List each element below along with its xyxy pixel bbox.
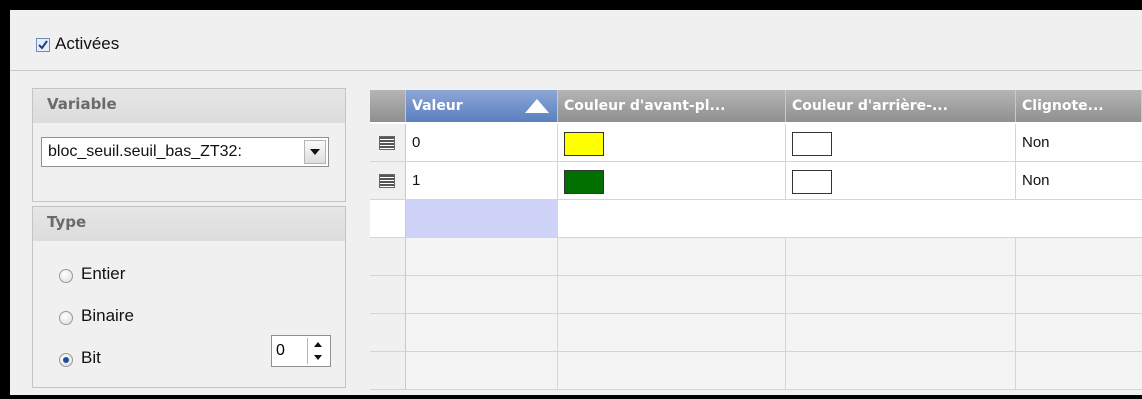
foreground-color-swatch[interactable] (564, 132, 604, 156)
empty-row (370, 352, 1142, 390)
arrow-down-icon (314, 355, 322, 360)
spinbox-buttons (307, 338, 328, 364)
background-color-swatch[interactable] (792, 170, 832, 194)
column-header-valeur[interactable]: Valeur (406, 90, 558, 122)
cell-foreground-color[interactable] (558, 162, 786, 199)
row-handle-icon (379, 174, 395, 188)
checkmark-icon (38, 40, 48, 50)
arrow-up-icon (314, 342, 322, 347)
row-selector (370, 276, 406, 313)
cell-blink[interactable]: Non (1016, 124, 1142, 161)
radio-entier-label: Entier (81, 264, 126, 283)
row-selector[interactable] (370, 200, 406, 237)
row-selector[interactable] (370, 124, 406, 161)
row-selector (370, 314, 406, 351)
table-row[interactable]: 0 Non (370, 124, 1142, 162)
empty-cell (786, 238, 1016, 275)
radio-bit-label: Bit (81, 348, 101, 367)
empty-cell (786, 276, 1016, 313)
type-group-title: Type (47, 213, 87, 231)
empty-cell (406, 352, 558, 389)
column-header-label: Clignote... (1022, 98, 1104, 114)
grid-corner (370, 90, 406, 122)
sort-ascending-icon (525, 99, 549, 113)
foreground-color-swatch[interactable] (564, 170, 604, 194)
spin-down-button[interactable] (308, 351, 328, 364)
empty-cell (558, 238, 786, 275)
empty-cell (1016, 276, 1142, 313)
cell-blink[interactable]: Non (1016, 162, 1142, 199)
background-color-swatch[interactable] (792, 132, 832, 156)
radio-entier[interactable] (59, 269, 73, 283)
spin-up-button[interactable] (308, 338, 328, 351)
row-handle-icon (379, 136, 395, 150)
empty-cell (558, 314, 786, 351)
empty-cell (406, 276, 558, 313)
variable-combobox-value: bloc_seuil.seuil_bas_ZT32: (48, 143, 242, 160)
combobox-dropdown-button[interactable] (304, 140, 326, 164)
empty-row (370, 276, 1142, 314)
variable-group-header: Variable (33, 89, 345, 123)
column-header-foreground[interactable]: Couleur d'avant-pl... (558, 90, 786, 122)
chevron-down-icon (310, 149, 320, 155)
empty-cell (558, 276, 786, 313)
type-group: Type Entier Binaire Bit 0 (32, 206, 346, 388)
activation-label: Activées (55, 34, 120, 53)
cell-value[interactable]: 0 (406, 124, 558, 161)
new-row[interactable] (370, 200, 1142, 238)
variable-combobox[interactable]: bloc_seuil.seuil_bas_ZT32: (41, 137, 329, 167)
toolbar: Activées (10, 10, 1142, 71)
empty-cell (1016, 238, 1142, 275)
cell-background-color[interactable] (786, 162, 1016, 199)
variable-group: Variable bloc_seuil.seuil_bas_ZT32: (32, 88, 346, 202)
activation-checkbox[interactable] (36, 38, 50, 52)
bit-spinbox[interactable]: 0 (271, 335, 331, 367)
column-header-blink[interactable]: Clignote... (1016, 90, 1142, 122)
column-header-label: Couleur d'avant-pl... (564, 98, 726, 114)
cell-background-color[interactable] (786, 124, 1016, 161)
value-grid: Valeur Couleur d'avant-pl... Couleur d'a… (370, 90, 1142, 390)
window: Activées Variable bloc_seuil.seuil_bas_Z… (10, 10, 1142, 395)
radio-binaire[interactable] (59, 311, 73, 325)
empty-cell (786, 314, 1016, 351)
empty-cell (406, 314, 558, 351)
empty-cell (1016, 314, 1142, 351)
row-selector[interactable] (370, 162, 406, 199)
radio-binaire-label: Binaire (81, 306, 134, 325)
variable-group-title: Variable (47, 95, 117, 113)
cell-foreground-color[interactable] (558, 124, 786, 161)
empty-cell (1016, 352, 1142, 389)
empty-cell (558, 352, 786, 389)
empty-cell (406, 238, 558, 275)
column-header-background[interactable]: Couleur d'arrière-... (786, 90, 1016, 122)
new-row-cell[interactable] (558, 200, 1142, 237)
cell-value[interactable]: 1 (406, 162, 558, 199)
row-selector (370, 238, 406, 275)
column-header-label: Valeur (412, 98, 463, 114)
empty-cell (786, 352, 1016, 389)
empty-row (370, 238, 1142, 276)
column-header-label: Couleur d'arrière-... (792, 98, 948, 114)
type-group-header: Type (33, 207, 345, 241)
bit-spinbox-value: 0 (276, 342, 285, 359)
radio-bit[interactable] (59, 353, 73, 367)
new-row-value-cell[interactable] (406, 200, 558, 237)
table-row[interactable]: 1 Non (370, 162, 1142, 200)
row-selector (370, 352, 406, 389)
empty-row (370, 314, 1142, 352)
